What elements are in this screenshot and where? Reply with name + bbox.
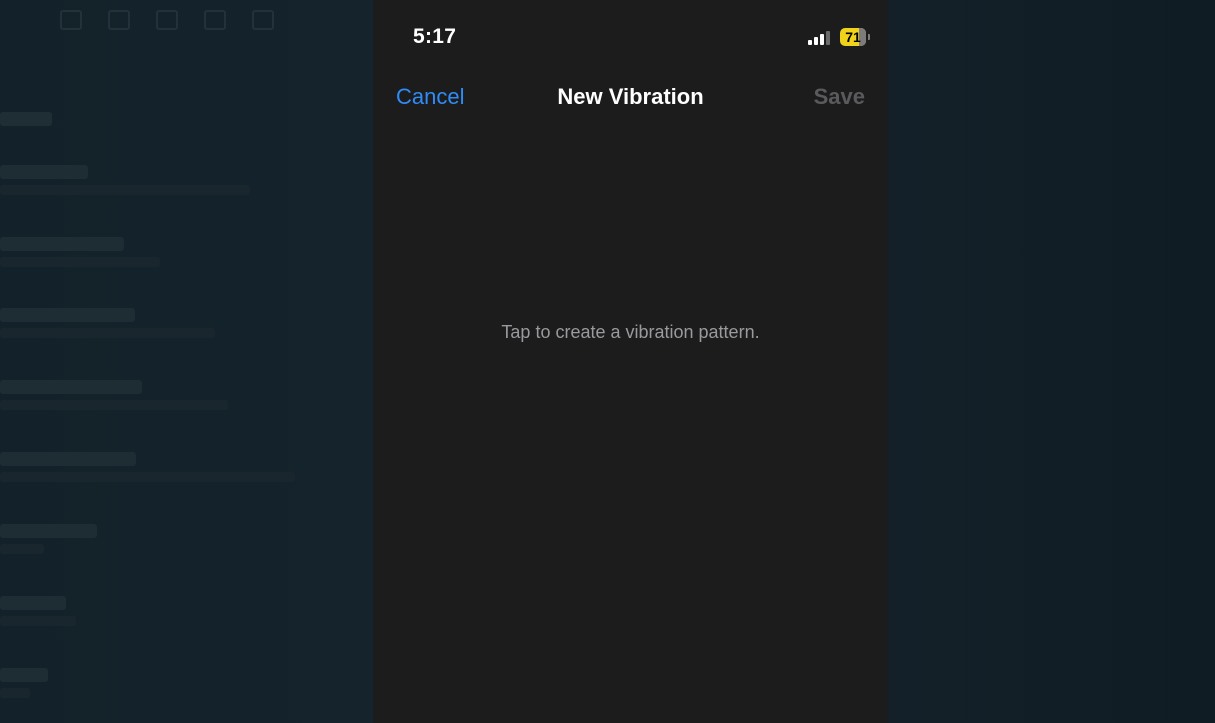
background-app-list — [0, 0, 373, 723]
background-row — [0, 596, 330, 626]
background-toolbar — [60, 10, 274, 30]
background-toolbar-icon — [204, 10, 226, 30]
save-button[interactable]: Save — [814, 84, 865, 110]
background-toolbar-icon — [156, 10, 178, 30]
background-toolbar-icon — [252, 10, 274, 30]
vibration-tap-area[interactable] — [373, 130, 888, 723]
battery-cap — [868, 34, 870, 40]
signal-strength-icon — [808, 30, 832, 45]
background-row — [0, 452, 330, 482]
background-row — [0, 237, 330, 267]
new-vibration-sheet: 5:17 71 Cancel New Vibration Save Tap to… — [373, 0, 888, 723]
cancel-button[interactable]: Cancel — [396, 84, 464, 110]
status-time: 5:17 — [413, 25, 457, 48]
background-row — [0, 308, 330, 338]
battery-percentage: 71 — [845, 29, 861, 45]
background-row — [0, 380, 330, 410]
background-row — [0, 524, 330, 554]
background-row — [0, 668, 330, 698]
background-row — [0, 165, 330, 195]
background-toolbar-icon — [108, 10, 130, 30]
background-toolbar-icon — [60, 10, 82, 30]
tap-hint-text: Tap to create a vibration pattern. — [501, 322, 760, 342]
background-header-block — [0, 112, 52, 126]
battery-icon: 71 — [840, 28, 866, 46]
